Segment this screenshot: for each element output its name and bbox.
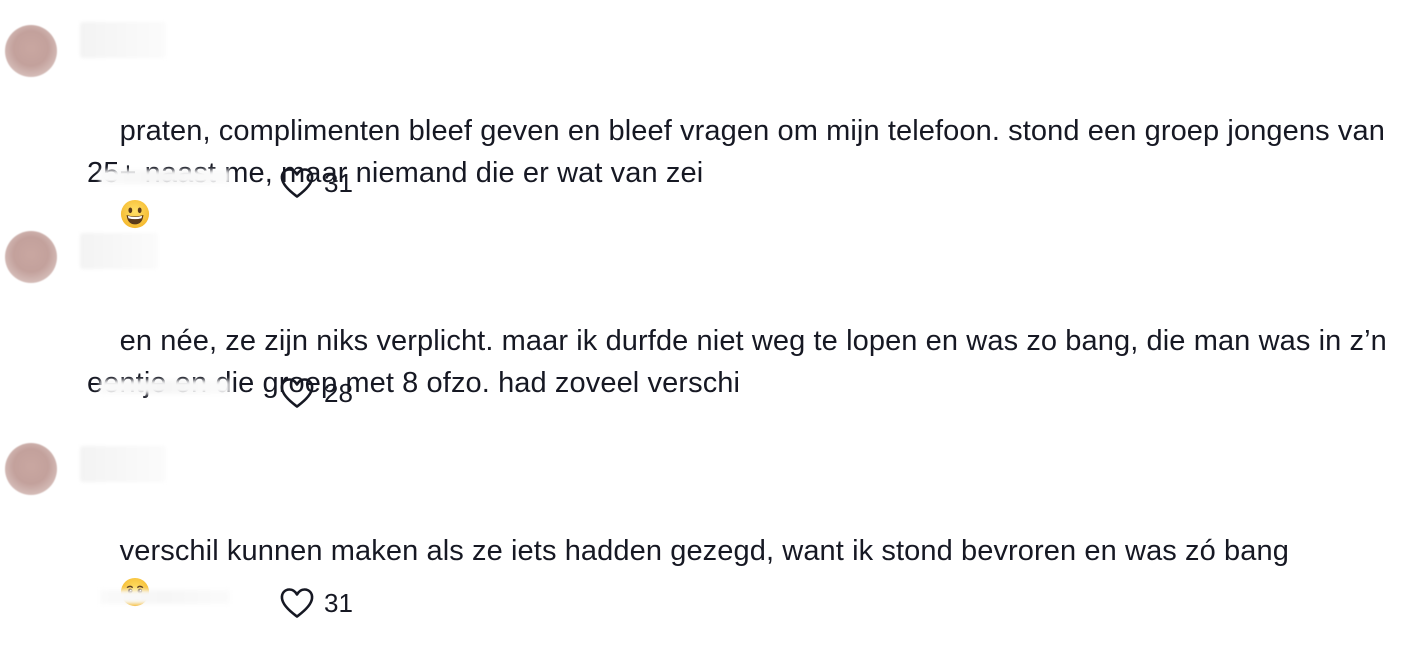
username-blurred[interactable] bbox=[80, 22, 166, 58]
like-button[interactable]: 31 bbox=[279, 586, 353, 620]
like-count: 31 bbox=[324, 167, 353, 198]
heart-outline-icon bbox=[280, 588, 314, 618]
comment-text: verschil kunnen maken als ze iets hadden… bbox=[87, 488, 1412, 656]
timestamp-blurred bbox=[100, 170, 230, 184]
heart-outline-icon bbox=[280, 168, 314, 198]
heart-outline-icon bbox=[280, 378, 314, 408]
username-blurred[interactable] bbox=[80, 233, 158, 269]
timestamp-blurred bbox=[100, 380, 230, 394]
timestamp-blurred bbox=[100, 590, 230, 604]
grinning-face-emoji-icon bbox=[120, 199, 149, 229]
avatar[interactable] bbox=[5, 25, 57, 77]
like-count: 28 bbox=[324, 377, 353, 408]
username-blurred[interactable] bbox=[80, 446, 166, 482]
like-count: 31 bbox=[324, 587, 353, 618]
avatar[interactable] bbox=[5, 443, 57, 495]
comment-text: en née, ze zijn niks verplicht. maar ik … bbox=[87, 278, 1387, 446]
like-button[interactable]: 31 bbox=[279, 166, 353, 200]
like-button[interactable]: 28 bbox=[279, 376, 353, 410]
comment-text-content: verschil kunnen maken als ze iets hadden… bbox=[119, 535, 1289, 567]
avatar[interactable] bbox=[5, 231, 57, 283]
